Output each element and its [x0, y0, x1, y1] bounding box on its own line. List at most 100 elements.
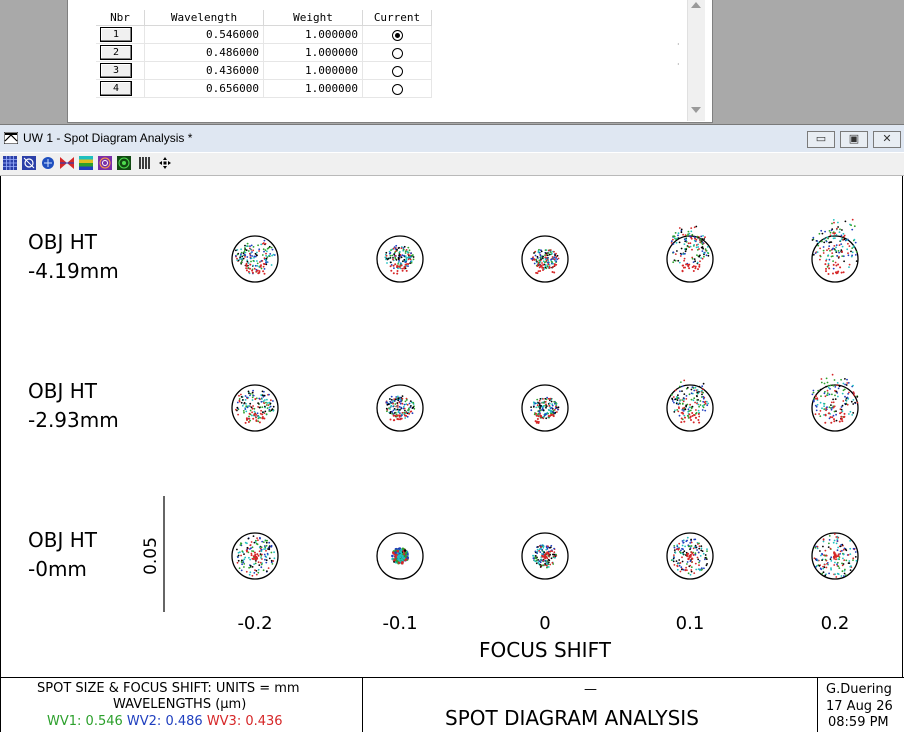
ray-dot — [705, 558, 708, 560]
ray-dot — [832, 384, 835, 387]
wavelength-cell[interactable]: 0.486000 — [144, 43, 264, 62]
ray-dot — [842, 271, 845, 274]
ray-dot — [536, 550, 539, 553]
ray-dot — [853, 225, 856, 228]
row-label-2-line1: OBJ HT — [28, 379, 98, 403]
weight-cell[interactable]: 1.000000 — [263, 61, 363, 80]
vertical-scrollbar[interactable] — [687, 0, 705, 121]
ray-dot — [675, 402, 678, 405]
minimize-button[interactable]: ▭ — [807, 131, 835, 148]
bar-chart-icon[interactable] — [138, 156, 152, 170]
target-icon[interactable] — [98, 156, 112, 170]
current-cell[interactable] — [362, 79, 432, 98]
table-row[interactable]: 1 0.546000 1.000000 — [96, 25, 432, 44]
ray-dot — [841, 420, 844, 423]
ray-dot — [401, 561, 404, 565]
ray-dot — [702, 391, 704, 394]
globe-icon[interactable] — [41, 156, 55, 170]
weight-cell[interactable]: 1.000000 — [263, 43, 363, 62]
wavelength-cell[interactable]: 0.436000 — [144, 61, 264, 80]
field-icon[interactable] — [22, 156, 36, 170]
current-cell[interactable] — [362, 25, 432, 44]
ray-dot — [831, 222, 833, 225]
current-cell[interactable] — [362, 43, 432, 62]
row-number-button[interactable]: 3 — [100, 63, 132, 78]
ray-dot — [832, 219, 835, 221]
ray-dot — [544, 256, 547, 259]
current-radio[interactable] — [391, 47, 403, 59]
wavelength-cell[interactable]: 0.656000 — [144, 79, 264, 98]
current-radio[interactable] — [391, 83, 403, 95]
ray-dot — [704, 409, 707, 412]
ray-dot — [386, 402, 388, 404]
ray-dot — [837, 226, 839, 228]
ray-dot — [843, 547, 846, 550]
nbr-cell[interactable]: 2 — [96, 43, 145, 62]
nbr-cell[interactable]: 4 — [96, 79, 145, 98]
scroll-down-icon[interactable] — [691, 107, 701, 113]
ray-dot — [817, 241, 820, 244]
ray-dot — [258, 421, 261, 424]
table-row[interactable]: 4 0.656000 1.000000 — [96, 79, 432, 98]
ray-dot — [398, 259, 400, 262]
ray-dot — [547, 397, 550, 400]
ray-dot — [244, 399, 247, 401]
current-radio[interactable] — [391, 65, 403, 77]
scroll-up-icon[interactable] — [691, 2, 701, 8]
table-row[interactable]: 2 0.486000 1.000000 — [96, 43, 432, 62]
ray-dot — [263, 417, 266, 420]
wavelength-cell[interactable]: 0.546000 — [144, 25, 264, 44]
bow-tie-icon[interactable] — [60, 156, 74, 170]
ray-dot — [530, 257, 533, 260]
ray-dot — [241, 257, 243, 260]
ray-dot — [839, 412, 842, 415]
weight-cell[interactable]: 1.000000 — [263, 25, 363, 44]
ray-dot — [397, 257, 400, 260]
grid-icon[interactable] — [3, 156, 17, 170]
ray-dot — [408, 407, 410, 410]
ray-dot — [707, 402, 709, 405]
move-icon[interactable] — [158, 156, 172, 170]
ray-dot — [816, 565, 818, 567]
ray-dot — [840, 406, 843, 408]
ray-dot — [683, 550, 686, 553]
ray-dot — [697, 558, 700, 561]
color-bars-icon[interactable] — [79, 156, 93, 170]
ray-dot — [832, 398, 834, 401]
nbr-cell[interactable]: 1 — [96, 25, 145, 44]
ray-dot — [400, 551, 403, 554]
ray-dot — [847, 254, 850, 257]
ray-dot — [697, 419, 700, 421]
ray-dot — [266, 570, 268, 572]
ray-dot — [394, 408, 397, 411]
ray-dot — [402, 260, 404, 263]
ray-dot — [823, 392, 826, 395]
ray-dot — [260, 409, 262, 412]
ray-dot — [674, 551, 677, 554]
ray-dot — [553, 256, 556, 258]
weight-cell[interactable]: 1.000000 — [263, 79, 363, 98]
maximize-button[interactable]: ▣ — [840, 131, 868, 148]
ray-dot — [552, 409, 555, 412]
ray-dot — [836, 382, 839, 384]
ray-dot — [546, 265, 549, 268]
green-target-icon[interactable] — [117, 156, 131, 170]
nbr-cell[interactable]: 3 — [96, 61, 145, 80]
row-number-button[interactable]: 4 — [100, 81, 132, 96]
current-cell[interactable] — [362, 61, 432, 80]
ray-dot — [251, 269, 254, 272]
ray-dot — [840, 543, 843, 546]
ray-dot — [266, 250, 268, 253]
ray-dot — [815, 409, 818, 412]
ray-dot — [392, 409, 395, 412]
ray-dot — [398, 401, 401, 404]
ray-dot — [832, 401, 835, 404]
current-radio[interactable] — [391, 29, 403, 41]
window-title-bar[interactable]: UW 1 - Spot Diagram Analysis * ▭ ▣ ✕ — [0, 125, 904, 152]
row-number-button[interactable]: 2 — [100, 45, 132, 60]
row-number-button[interactable]: 1 — [100, 27, 132, 42]
close-button[interactable]: ✕ — [873, 131, 901, 148]
ray-dot — [813, 557, 816, 560]
table-row[interactable]: 3 0.436000 1.000000 — [96, 61, 432, 80]
ray-dot — [673, 546, 676, 549]
